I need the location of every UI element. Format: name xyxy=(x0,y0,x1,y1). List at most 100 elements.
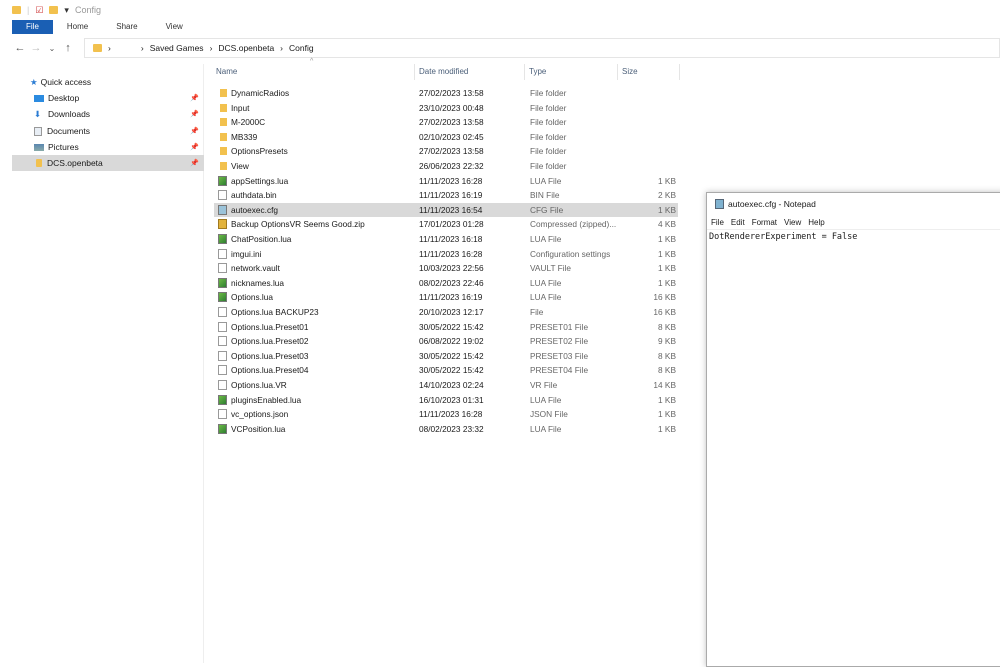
file-row[interactable]: nicknames.lua 08/02/2023 22:46 LUA File … xyxy=(214,276,678,291)
file-icon xyxy=(218,423,227,434)
breadcrumb-item[interactable]: DCS.openbeta xyxy=(218,43,274,53)
column-header-type[interactable]: Type xyxy=(525,64,618,80)
file-date: 23/10/2023 00:48 xyxy=(419,102,484,113)
file-icon xyxy=(218,307,227,317)
column-header-name[interactable]: Name xyxy=(212,64,415,80)
new-folder-icon[interactable] xyxy=(49,6,59,14)
file-type: File folder xyxy=(530,146,567,157)
tab-view[interactable]: View xyxy=(152,20,197,34)
menu-file[interactable]: File xyxy=(711,218,724,227)
file-row[interactable]: imgui.ini 11/11/2023 16:28 Configuration… xyxy=(214,247,678,262)
file-name: Backup OptionsVR Seems Good.zip xyxy=(231,219,365,230)
up-arrow-icon[interactable]: ↑ xyxy=(60,42,76,54)
notepad-title: autoexec.cfg - Notepad xyxy=(728,199,816,209)
column-header-size[interactable]: Size xyxy=(618,64,680,80)
menu-help[interactable]: Help xyxy=(808,218,824,227)
recent-chevron-icon[interactable]: ⌄ xyxy=(44,44,60,53)
file-size: 8 KB xyxy=(658,350,676,361)
notepad-icon xyxy=(715,199,724,209)
file-name: network.vault xyxy=(231,263,280,274)
file-name: autoexec.cfg xyxy=(231,204,279,215)
pin-icon[interactable]: 📌 xyxy=(190,127,199,135)
address-bar[interactable]: › › Saved Games › DCS.openbeta › Config xyxy=(84,38,1000,58)
file-row[interactable]: Options.lua.Preset02 06/08/2022 19:02 PR… xyxy=(214,334,678,349)
sidebar-item-downloads[interactable]: ⬇ Downloads 📌 xyxy=(12,106,204,122)
back-arrow-icon[interactable]: ← xyxy=(12,42,28,54)
sidebar-item-documents[interactable]: Documents 📌 xyxy=(12,123,204,139)
tab-home[interactable]: Home xyxy=(53,20,102,34)
file-type: LUA File xyxy=(530,394,562,405)
file-row[interactable]: appSettings.lua 11/11/2023 16:28 LUA Fil… xyxy=(214,174,678,189)
forward-arrow-icon[interactable]: → xyxy=(28,42,44,54)
file-size: 2 KB xyxy=(658,190,676,201)
file-icon xyxy=(218,321,227,332)
notepad-text-area[interactable]: DotRendererExperiment = False xyxy=(707,229,1000,244)
notepad-title-bar[interactable]: autoexec.cfg - Notepad xyxy=(707,193,1000,215)
file-row[interactable]: ChatPosition.lua 11/11/2023 16:18 LUA Fi… xyxy=(214,232,678,247)
menu-view[interactable]: View xyxy=(784,218,801,227)
sidebar-item-dcs-openbeta[interactable]: DCS.openbeta 📌 xyxy=(12,155,204,171)
file-name: View xyxy=(231,161,249,171)
file-row[interactable]: DynamicRadios 27/02/2023 13:58 File fold… xyxy=(214,86,678,101)
file-name: Options.lua.VR xyxy=(231,380,287,390)
file-row[interactable]: autoexec.cfg 11/11/2023 16:54 CFG File 1… xyxy=(214,202,678,218)
file-name: imgui.ini xyxy=(231,248,262,259)
folder-icon xyxy=(220,132,227,141)
properties-icon[interactable]: ☑ xyxy=(35,5,43,16)
file-name: Options.lua.Preset04 xyxy=(231,365,309,376)
breadcrumb-item[interactable]: Config xyxy=(289,43,314,53)
file-row[interactable]: network.vault 10/03/2023 22:56 VAULT Fil… xyxy=(214,261,678,276)
folder-icon xyxy=(220,147,227,156)
file-date: 20/10/2023 12:17 xyxy=(419,307,484,317)
file-type: LUA File xyxy=(530,277,562,288)
pin-icon[interactable]: 📌 xyxy=(190,143,199,151)
file-date: 02/10/2023 02:45 xyxy=(419,131,484,142)
column-header-date[interactable]: Date modified xyxy=(415,64,525,80)
tab-file[interactable]: File xyxy=(12,20,53,34)
window-title: Config xyxy=(74,5,101,15)
file-date: 30/05/2022 15:42 xyxy=(419,350,484,361)
file-row[interactable]: Backup OptionsVR Seems Good.zip 17/01/20… xyxy=(214,217,678,232)
file-row[interactable]: Options.lua BACKUP23 20/10/2023 12:17 Fi… xyxy=(214,305,678,320)
tab-share[interactable]: Share xyxy=(102,20,151,34)
file-row[interactable]: authdata.bin 11/11/2023 16:19 BIN File 2… xyxy=(214,188,678,203)
file-date: 11/11/2023 16:28 xyxy=(419,409,483,420)
sidebar-item-pictures[interactable]: Pictures 📌 xyxy=(12,139,204,155)
file-date: 06/08/2022 19:02 xyxy=(419,336,484,347)
file-row[interactable]: M-2000C 27/02/2023 13:58 File folder xyxy=(214,115,678,130)
file-row[interactable]: vc_options.json 11/11/2023 16:28 JSON Fi… xyxy=(214,407,678,422)
sidebar-item-desktop[interactable]: Desktop 📌 xyxy=(12,90,204,106)
menu-edit[interactable]: Edit xyxy=(731,218,745,227)
file-row[interactable]: OptionsPresets 27/02/2023 13:58 File fol… xyxy=(214,144,678,159)
file-type: PRESET04 File xyxy=(530,365,589,376)
file-row[interactable]: Options.lua.Preset01 30/05/2022 15:42 PR… xyxy=(214,320,678,335)
file-row[interactable]: Input 23/10/2023 00:48 File folder xyxy=(214,101,678,116)
file-row[interactable]: Options.lua.Preset04 30/05/2022 15:42 PR… xyxy=(214,363,678,378)
file-row[interactable]: VCPosition.lua 08/02/2023 23:32 LUA File… xyxy=(214,422,678,437)
sidebar-quick-access[interactable]: ★ Quick access xyxy=(12,74,204,90)
file-date: 16/10/2023 01:31 xyxy=(419,394,484,405)
file-name: vc_options.json xyxy=(231,409,289,420)
file-row[interactable]: Options.lua.VR 14/10/2023 02:24 VR File … xyxy=(214,378,678,393)
file-date: 30/05/2022 15:42 xyxy=(419,321,484,332)
pin-icon[interactable]: 📌 xyxy=(190,110,199,118)
download-icon: ⬇ xyxy=(34,108,42,119)
pictures-icon xyxy=(34,143,44,151)
file-icon xyxy=(218,350,227,361)
pin-icon[interactable]: 📌 xyxy=(190,94,199,102)
pin-icon[interactable]: 📌 xyxy=(190,159,199,167)
breadcrumb-item[interactable]: Saved Games xyxy=(150,43,204,53)
menu-format[interactable]: Format xyxy=(752,218,777,227)
customize-dropdown-icon[interactable]: ▾ xyxy=(64,5,69,16)
file-size: 8 KB xyxy=(658,321,676,332)
file-name: ChatPosition.lua xyxy=(231,234,292,244)
file-row[interactable]: Options.lua.Preset03 30/05/2022 15:42 PR… xyxy=(214,349,678,364)
address-bar-row: ← → ⌄ ↑ › › Saved Games › DCS.openbeta ›… xyxy=(12,38,1000,58)
file-row[interactable]: MB339 02/10/2023 02:45 File folder xyxy=(214,130,678,145)
file-row[interactable]: View 26/06/2023 22:32 File folder xyxy=(214,159,678,174)
file-row[interactable]: Options.lua 11/11/2023 16:19 LUA File 16… xyxy=(214,290,678,305)
file-date: 11/11/2023 16:28 xyxy=(419,248,483,259)
column-headers: Name ^ Date modified Type Size xyxy=(204,58,680,80)
file-row[interactable]: pluginsEnabled.lua 16/10/2023 01:31 LUA … xyxy=(214,393,678,408)
file-type: File folder xyxy=(530,102,567,113)
